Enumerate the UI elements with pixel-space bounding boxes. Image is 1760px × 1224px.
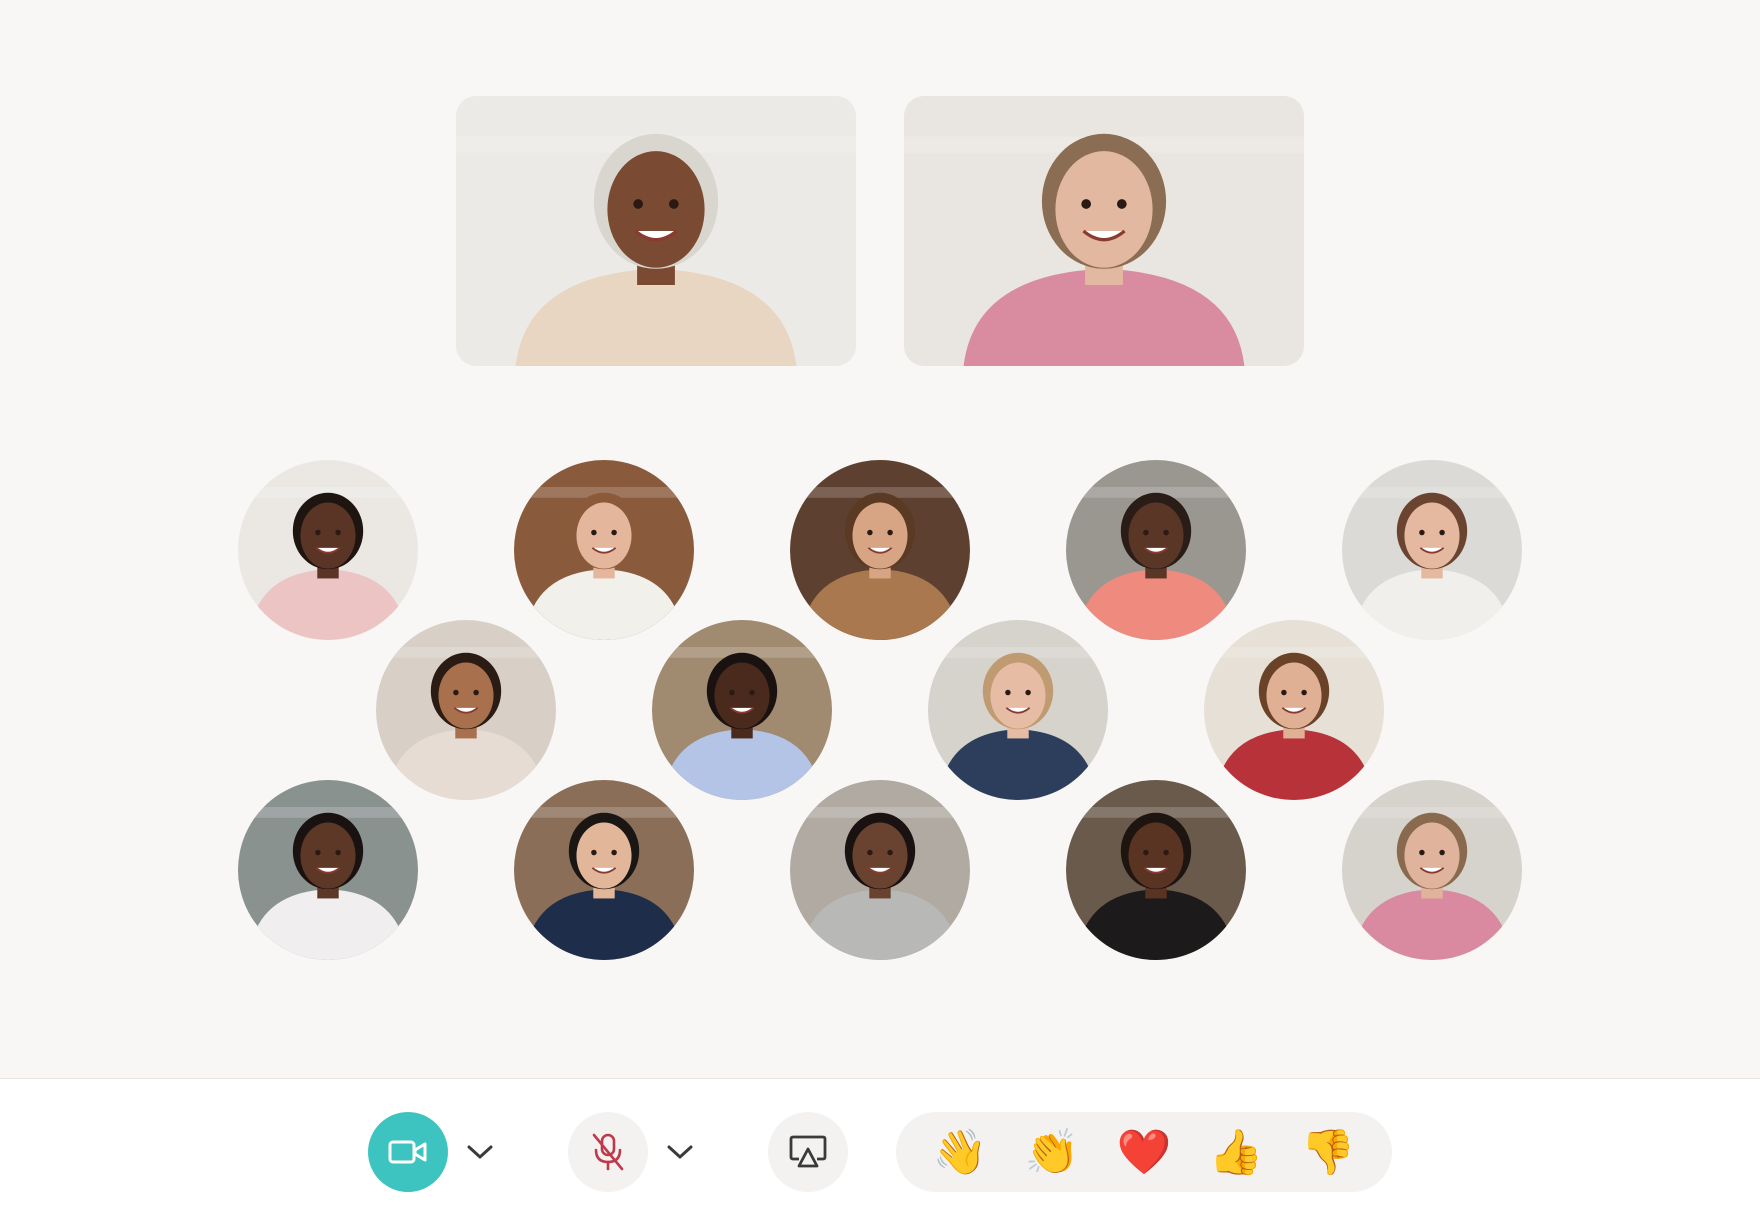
microphone-muted-icon [592, 1133, 624, 1171]
participant-avatar[interactable] [514, 460, 694, 640]
participant-avatar[interactable] [376, 620, 556, 800]
screen-share-button[interactable] [768, 1112, 848, 1192]
reaction-wave[interactable]: 👋 [930, 1122, 990, 1182]
participant-avatar[interactable] [1204, 620, 1384, 800]
camera-options-dropdown[interactable] [463, 1135, 497, 1169]
participant-avatar[interactable] [1342, 460, 1522, 640]
control-bar: 👋 👏 ❤️ 👍 👎 [0, 1079, 1760, 1224]
participant-avatar[interactable] [514, 780, 694, 960]
reaction-clap[interactable]: 👏 [1022, 1122, 1082, 1182]
microphone-toggle-button[interactable] [568, 1112, 648, 1192]
featured-video-tile[interactable] [904, 96, 1304, 366]
participant-avatar[interactable] [790, 460, 970, 640]
participant-avatar[interactable] [652, 620, 832, 800]
camera-toggle-button[interactable] [368, 1112, 448, 1192]
reactions-bar: 👋 👏 ❤️ 👍 👎 [896, 1112, 1392, 1192]
video-stage [0, 0, 1760, 1079]
reaction-heart[interactable]: ❤️ [1114, 1122, 1174, 1182]
video-camera-icon [388, 1140, 427, 1164]
reaction-thumbs-up[interactable]: 👍 [1206, 1122, 1266, 1182]
chevron-down-icon [467, 1145, 493, 1159]
participant-avatar[interactable] [1342, 780, 1522, 960]
participant-avatar[interactable] [238, 780, 418, 960]
participant-avatar[interactable] [790, 780, 970, 960]
screen-share-icon [789, 1135, 827, 1168]
participant-avatar[interactable] [928, 620, 1108, 800]
participant-avatar[interactable] [1066, 780, 1246, 960]
featured-video-tile[interactable] [456, 96, 856, 366]
microphone-options-dropdown[interactable] [663, 1135, 697, 1169]
participant-avatar[interactable] [1066, 460, 1246, 640]
chevron-down-icon [667, 1145, 693, 1159]
participant-avatar[interactable] [238, 460, 418, 640]
reaction-thumbs-down[interactable]: 👎 [1298, 1122, 1358, 1182]
